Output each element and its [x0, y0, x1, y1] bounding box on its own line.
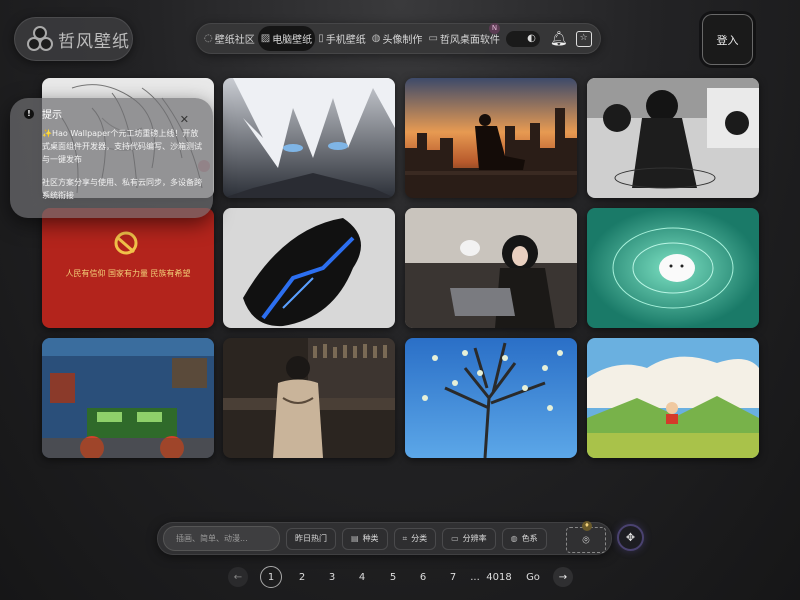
- wallpaper-card[interactable]: [223, 78, 395, 198]
- crop-icon: ⌗: [402, 533, 408, 543]
- wallpaper-card[interactable]: [587, 338, 759, 458]
- wallpaper-image: [42, 338, 214, 458]
- wallpaper-card[interactable]: [223, 208, 395, 328]
- nav-item-label: 电脑壁纸: [272, 35, 313, 46]
- wallpaper-card[interactable]: [42, 338, 214, 458]
- pro-badge-icon: ♦: [582, 521, 592, 531]
- page-3[interactable]: 3: [322, 567, 342, 587]
- monitor-icon: ▭: [428, 33, 438, 44]
- main-nav: ◌ 壁纸社区 ▨ 电脑壁纸 ▯ 手机壁纸 ◍ 头像制作 ▭ 哲风桌面软件 ◐ 🔔…: [196, 23, 601, 54]
- palette-icon: ◍: [510, 534, 518, 543]
- avatar-icon: ◍: [371, 33, 381, 44]
- page-4[interactable]: 4: [352, 567, 372, 587]
- hot-yesterday-button[interactable]: 昨日热门: [286, 527, 336, 550]
- banner-caption: 人民有信仰 国家有力量 民族有希望: [65, 268, 190, 278]
- favorites-star-icon[interactable]: ☆: [575, 30, 592, 47]
- bell-icon[interactable]: 🔔︎: [550, 31, 568, 47]
- notice-toast: ! 提示 ✕ ✨Hao Wallpaper个元工坊重磅上线！开放式桌面组件开发器…: [10, 98, 213, 218]
- color-filter-button[interactable]: ◍ 色系: [501, 527, 547, 550]
- wallpaper-image: [223, 78, 395, 198]
- page-5[interactable]: 5: [383, 567, 403, 587]
- nav-item-community[interactable]: ◌ 壁纸社区: [201, 26, 258, 51]
- half-moon-icon: ◐: [527, 32, 536, 44]
- scan-icon: ⌾: [582, 532, 590, 547]
- toast-title: 提示: [42, 110, 62, 121]
- button-label: 昨日热门: [295, 534, 327, 543]
- wallpaper-card[interactable]: 人民有信仰 国家有力量 民族有希望: [42, 208, 214, 328]
- button-label: 色系: [521, 534, 538, 543]
- search-input[interactable]: [163, 526, 280, 551]
- wallpaper-card[interactable]: [405, 208, 577, 328]
- chat-bubble-icon: ◌: [204, 33, 213, 44]
- grid-icon: ▤: [351, 534, 359, 543]
- wallpaper-image: [587, 208, 759, 328]
- wallpaper-image: 人民有信仰 国家有力量 民族有希望: [42, 208, 214, 328]
- toast-line-1: ✨Hao Wallpaper个元工坊重磅上线！开放式桌面组件开发器，支持代码编写…: [42, 129, 202, 164]
- wallpaper-card[interactable]: [223, 338, 395, 458]
- nav-item-avatar[interactable]: ◍ 头像制作: [369, 26, 426, 51]
- prev-page-button[interactable]: ←: [228, 567, 248, 587]
- monitor-icon: ▭: [451, 534, 459, 543]
- new-badge: N: [489, 23, 500, 34]
- nav-item-desktop[interactable]: ▨ 电脑壁纸: [257, 26, 316, 51]
- button-label: 分类: [411, 534, 428, 543]
- wallpaper-card[interactable]: [405, 78, 577, 198]
- wallpaper-card[interactable]: [587, 78, 759, 198]
- type-filter-button[interactable]: ▤ 种类: [342, 527, 388, 550]
- filter-bar: 昨日热门 ▤ 种类 ⌗ 分类 ▭ 分辨率 ◍ 色系 ⌾ ♦: [157, 521, 612, 555]
- button-label: 种类: [362, 534, 379, 543]
- toast-line-2: 社区方案分享与使用、私有云同步，多设备跨系统衔接: [42, 178, 202, 200]
- logo-mark-icon: [27, 26, 53, 52]
- wallpaper-card[interactable]: [405, 338, 577, 458]
- site-logo[interactable]: 哲风壁纸: [14, 17, 133, 61]
- page-6[interactable]: 6: [413, 567, 433, 587]
- resolution-filter-button[interactable]: ▭ 分辨率: [442, 527, 496, 550]
- wallpaper-card[interactable]: [587, 208, 759, 328]
- drag-move-icon[interactable]: ✥: [617, 524, 644, 551]
- info-icon: !: [24, 108, 34, 119]
- next-page-button[interactable]: →: [553, 567, 573, 587]
- nav-item-label: 头像制作: [382, 35, 423, 46]
- nav-item-label: 手机壁纸: [325, 35, 366, 46]
- nav-item-label: 壁纸社区: [214, 35, 255, 46]
- wallpaper-image: [587, 78, 759, 198]
- page-last[interactable]: 4018: [485, 567, 513, 587]
- close-icon[interactable]: ✕: [180, 113, 189, 126]
- button-label: 分辨率: [462, 534, 487, 543]
- image-search-button[interactable]: ⌾ ♦: [566, 521, 606, 553]
- wallpaper-image: [587, 338, 759, 458]
- go-button[interactable]: Go: [522, 567, 544, 587]
- category-filter-button[interactable]: ⌗ 分类: [393, 527, 437, 550]
- wallpaper-image: [223, 338, 395, 458]
- theme-toggle[interactable]: ◐: [505, 30, 540, 47]
- phone-icon: ▯: [318, 33, 324, 44]
- wallpaper-image: [223, 208, 395, 328]
- login-label: 登入: [716, 33, 739, 47]
- pagination-ellipsis: ...: [470, 571, 480, 583]
- page-1[interactable]: 1: [260, 566, 282, 588]
- nav-item-mobile[interactable]: ▯ 手机壁纸: [315, 26, 369, 51]
- wallpaper-image: [405, 78, 577, 198]
- page-2[interactable]: 2: [292, 567, 312, 587]
- logo-text: 哲风壁纸: [58, 31, 130, 52]
- wallpaper-image: [405, 338, 577, 458]
- page-7[interactable]: 7: [443, 567, 463, 587]
- image-icon: ▨: [260, 33, 271, 44]
- wallpaper-image: [405, 208, 577, 328]
- login-button[interactable]: 登入: [702, 14, 753, 65]
